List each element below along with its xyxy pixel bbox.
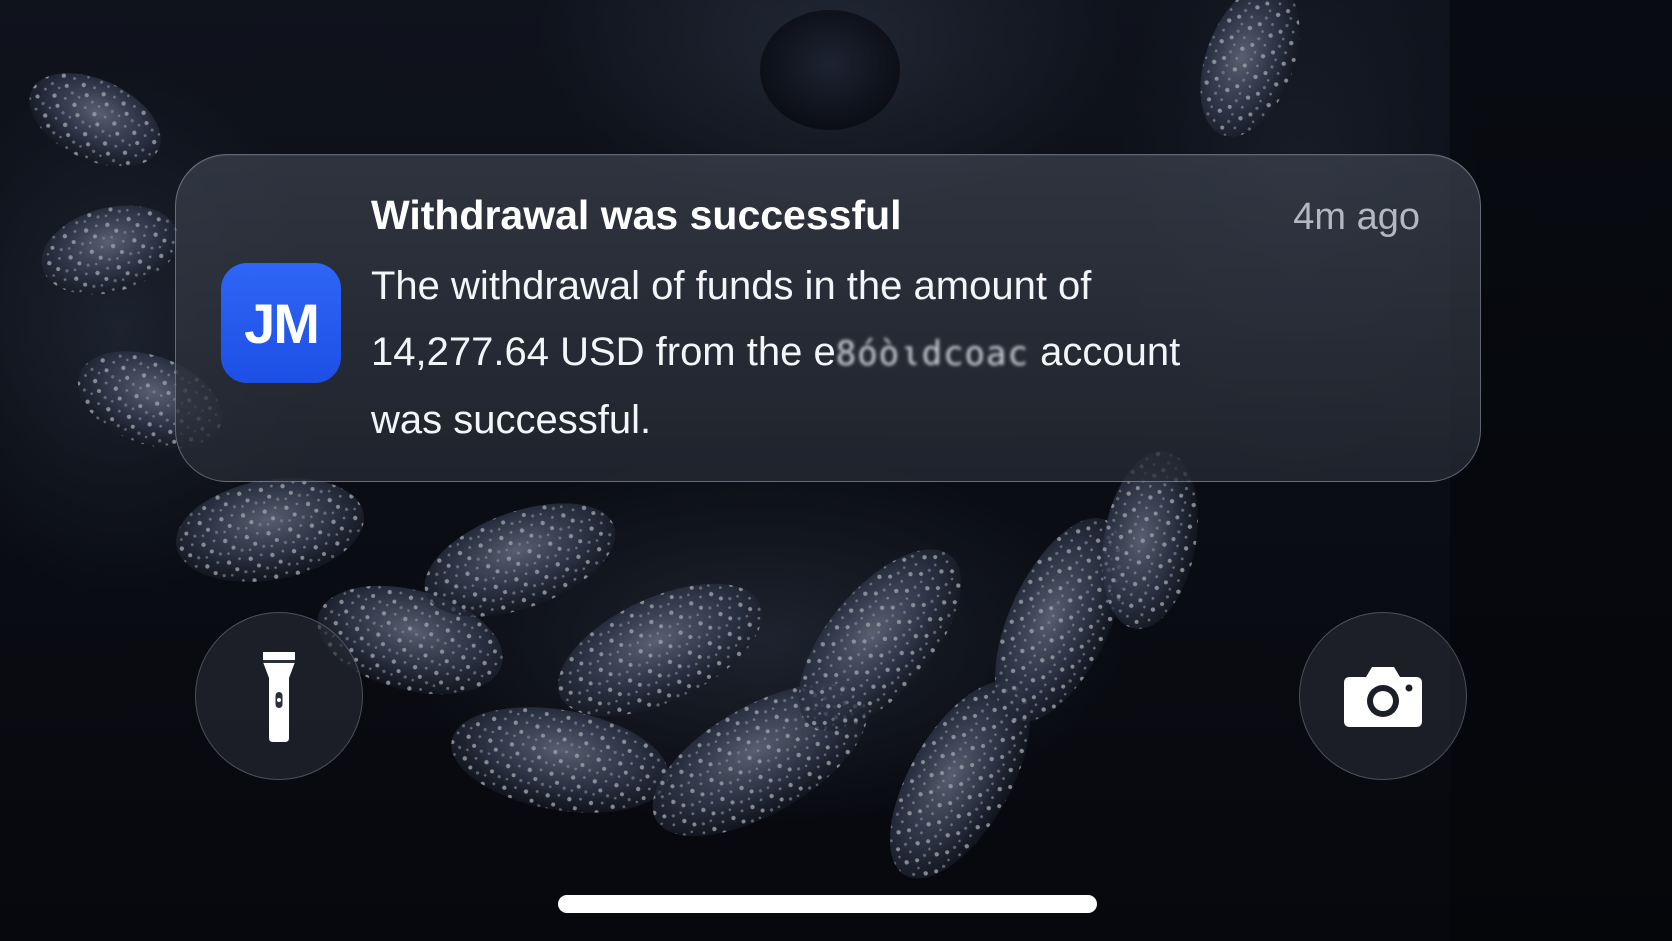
camera-button[interactable] [1299, 612, 1467, 780]
home-indicator[interactable] [558, 895, 1097, 913]
app-icon: JM [221, 263, 341, 383]
lock-screen: JM Withdrawal was successful 4m ago The … [0, 0, 1672, 941]
notification-body-line-2: 14,277.64 USD from the e8όòιdcoac accoun… [371, 330, 1180, 374]
notification-body-line-1: The withdrawal of funds in the amount of [371, 264, 1092, 308]
notification-title: Withdrawal was successful [371, 192, 902, 238]
notification-body: The withdrawal of funds in the amount of… [371, 253, 1331, 453]
flashlight-icon [263, 652, 295, 742]
app-icon-label: JM [244, 291, 320, 355]
redacted-account-name: 8όòιdcoac [835, 334, 1029, 374]
notification-body-line-3: was successful. [371, 398, 652, 442]
notification-card[interactable]: JM Withdrawal was successful 4m ago The … [175, 154, 1481, 482]
flashlight-button[interactable] [195, 612, 363, 780]
notification-body-line-2-end: account [1040, 330, 1181, 374]
notification-body-line-2-start: 14,277.64 USD from the e [371, 330, 836, 374]
camera-icon [1344, 667, 1422, 727]
notification-timestamp: 4m ago [1293, 196, 1420, 238]
